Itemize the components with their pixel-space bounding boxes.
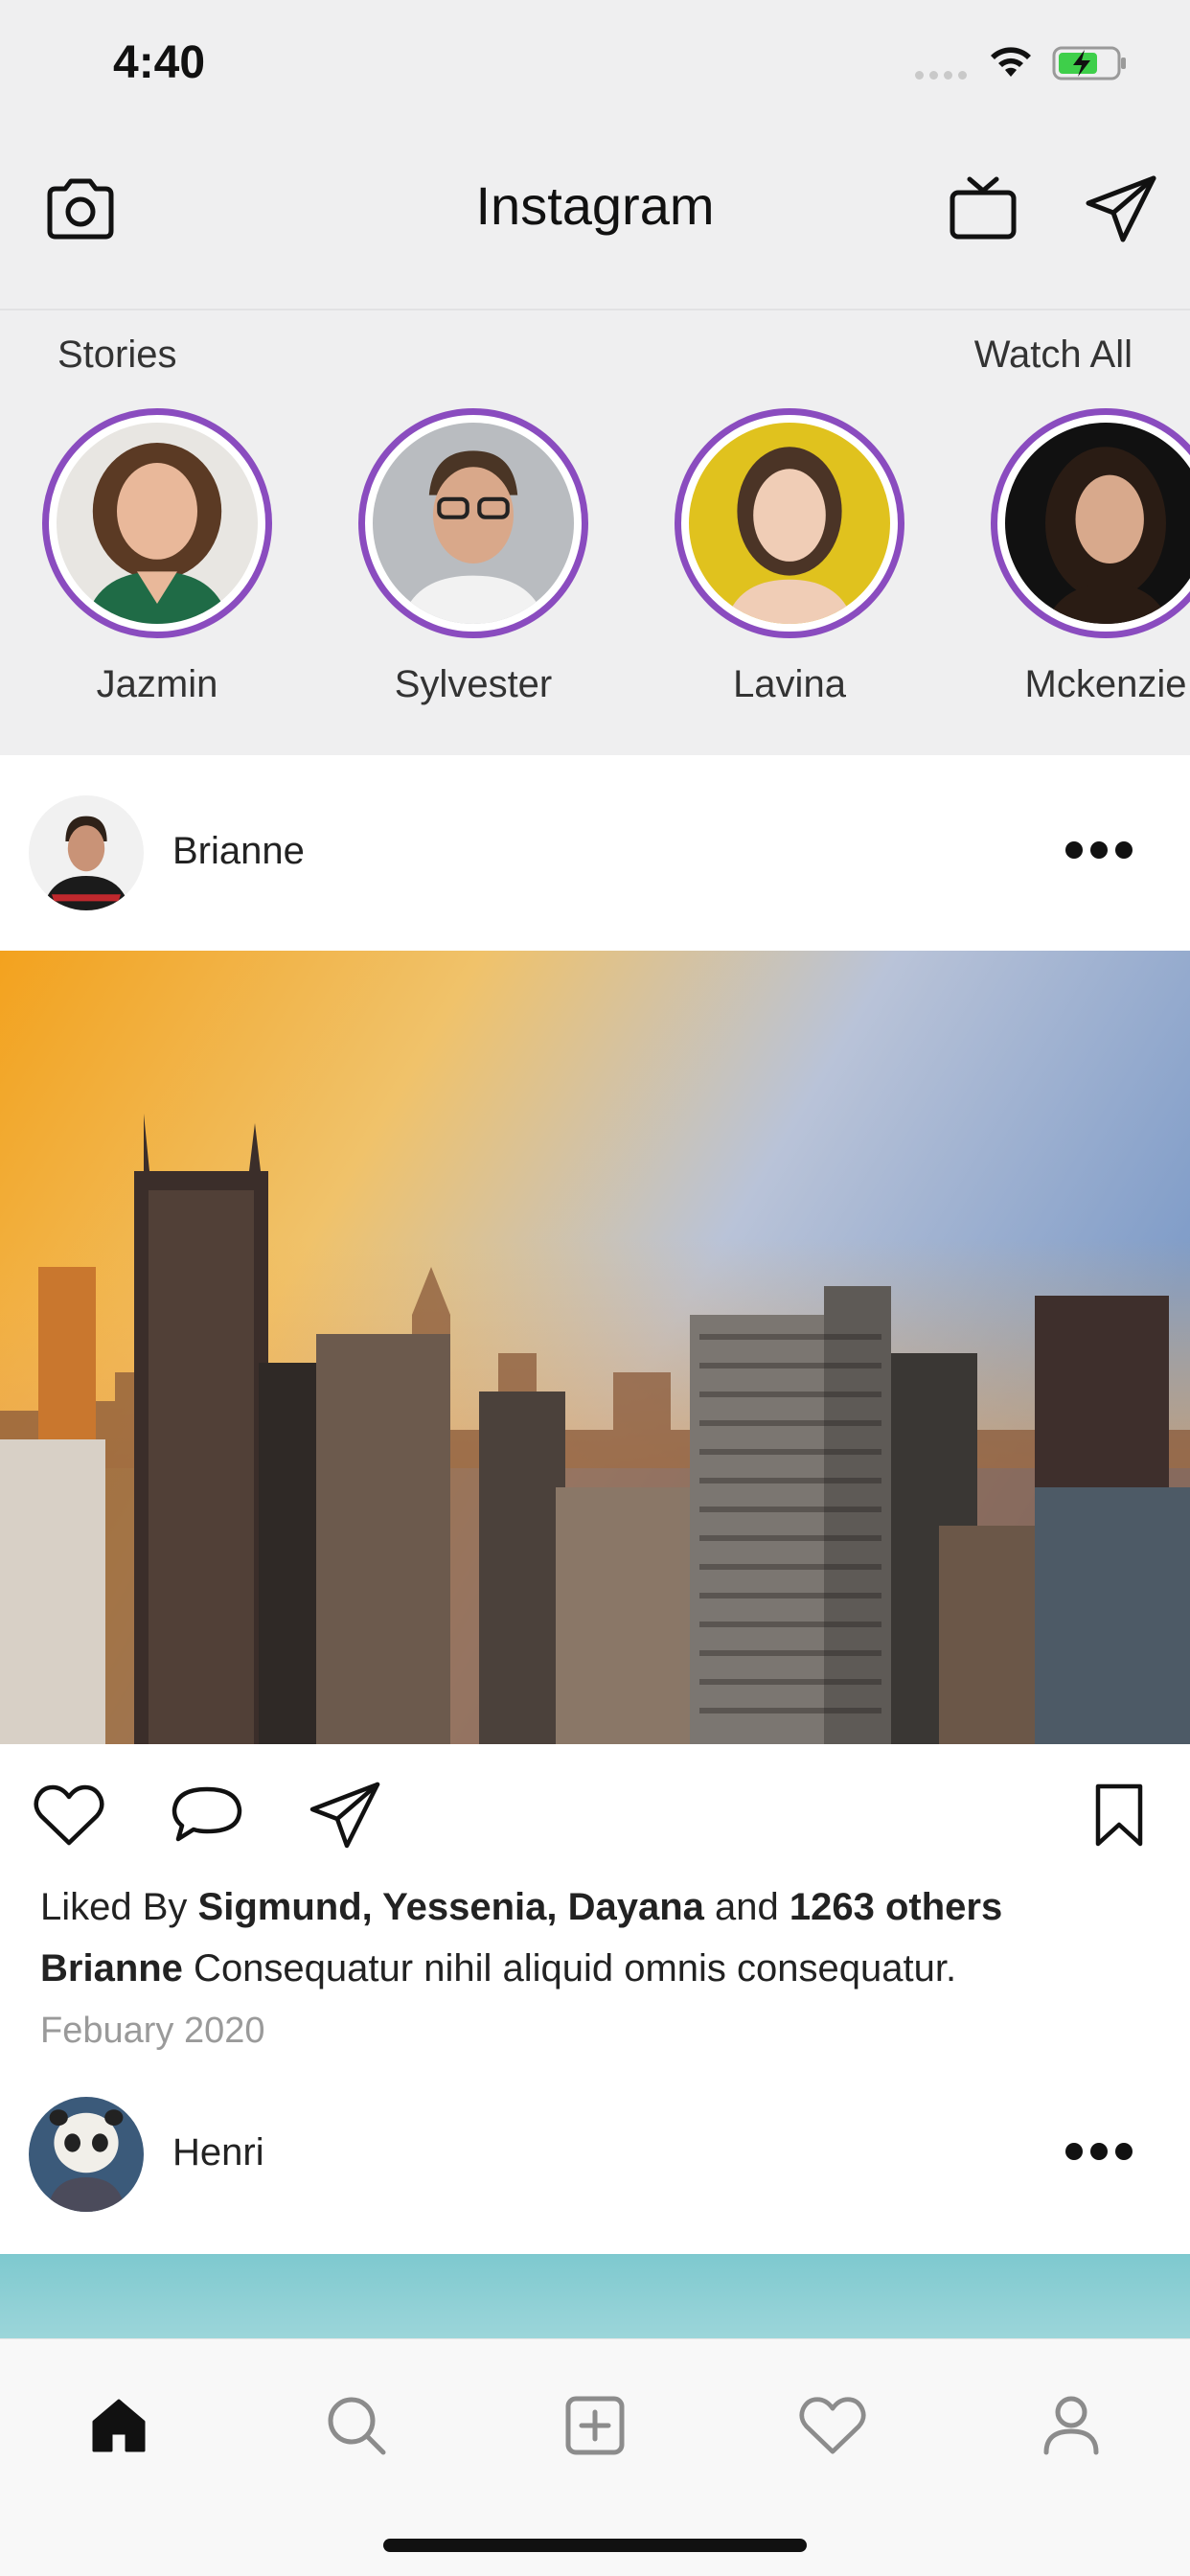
search-icon bbox=[328, 2397, 386, 2455]
caption-username[interactable]: Brianne bbox=[40, 1947, 183, 1990]
add-post-icon bbox=[565, 2396, 625, 2455]
avatar bbox=[57, 423, 258, 624]
story-name: Mckenzie bbox=[1024, 663, 1187, 705]
signal-icon bbox=[915, 71, 967, 80]
status-time: 4:40 bbox=[113, 37, 206, 88]
tab-home[interactable] bbox=[80, 2387, 157, 2464]
direct-message-button[interactable] bbox=[1083, 171, 1159, 247]
watch-all-link[interactable]: Watch All bbox=[974, 334, 1133, 377]
post-header: Henri bbox=[0, 2057, 1190, 2254]
avatar[interactable] bbox=[29, 2097, 144, 2212]
post-username[interactable]: Brianne bbox=[172, 830, 305, 873]
post-caption: Brianne Consequatur nihil aliquid omnis … bbox=[40, 1947, 956, 1990]
likes-text: Liked By Sigmund, Yessenia, Dayana and 1… bbox=[40, 1886, 1002, 1929]
profile-icon bbox=[1043, 2396, 1099, 2455]
post-image-partial[interactable] bbox=[0, 2254, 1190, 2342]
comment-button[interactable] bbox=[169, 1777, 245, 1853]
story-ring bbox=[675, 408, 904, 638]
more-options-button[interactable] bbox=[1065, 2133, 1133, 2170]
share-icon bbox=[309, 1782, 380, 1849]
post-image[interactable] bbox=[0, 951, 1190, 1744]
home-indicator[interactable] bbox=[383, 2539, 807, 2552]
share-button[interactable] bbox=[307, 1777, 383, 1853]
liked-names[interactable]: Sigmund, Yessenia, Dayana bbox=[198, 1886, 704, 1928]
like-button[interactable] bbox=[31, 1777, 107, 1853]
status-bar: 4:40 bbox=[0, 0, 1190, 134]
comment-icon bbox=[172, 1786, 242, 1842]
story-ring bbox=[991, 408, 1190, 638]
avatar bbox=[689, 423, 890, 624]
story-name: Jazmin bbox=[96, 663, 218, 705]
story-name: Sylvester bbox=[394, 663, 553, 705]
post-header: Brianne bbox=[0, 755, 1190, 947]
igtv-button[interactable] bbox=[945, 171, 1021, 247]
story-name: Lavina bbox=[733, 663, 846, 705]
tv-icon bbox=[950, 176, 1017, 240]
wifi-icon bbox=[991, 47, 1031, 77]
story-item[interactable]: Jazmin bbox=[42, 408, 272, 706]
liked-prefix: Liked By bbox=[40, 1886, 198, 1928]
battery-icon bbox=[1052, 46, 1126, 80]
tab-new-post[interactable] bbox=[557, 2387, 633, 2464]
activity-heart-icon bbox=[799, 2397, 866, 2454]
tab-search[interactable] bbox=[318, 2387, 395, 2464]
caption-text: Consequatur nihil aliquid omnis consequa… bbox=[182, 1947, 957, 1990]
story-ring bbox=[358, 408, 588, 638]
story-ring bbox=[42, 408, 272, 638]
stories-label: Stories bbox=[57, 334, 177, 376]
home-icon bbox=[92, 2399, 146, 2452]
post-username[interactable]: Henri bbox=[172, 2131, 264, 2174]
heart-icon bbox=[34, 1784, 104, 1846]
avatar bbox=[373, 423, 574, 624]
story-item[interactable]: Sylvester bbox=[358, 408, 588, 706]
bookmark-icon bbox=[1095, 1783, 1143, 1847]
post-actions bbox=[0, 1763, 1190, 1869]
instagram-screen: 4:40 Instagram Stories Watch All Jazmin … bbox=[0, 0, 1190, 2576]
tab-profile[interactable] bbox=[1033, 2387, 1110, 2464]
top-nav-bar: Instagram bbox=[0, 134, 1190, 310]
bookmark-button[interactable] bbox=[1081, 1777, 1157, 1853]
story-item[interactable]: Lavina bbox=[675, 408, 904, 706]
more-options-button[interactable] bbox=[1065, 832, 1133, 868]
liked-others[interactable]: 1263 others bbox=[790, 1886, 1002, 1928]
bottom-tab-bar bbox=[0, 2338, 1190, 2576]
send-icon bbox=[1086, 175, 1156, 242]
tab-activity[interactable] bbox=[794, 2387, 871, 2464]
post-date: Febuary 2020 bbox=[40, 2011, 265, 2051]
avatar[interactable] bbox=[29, 795, 144, 910]
story-item[interactable]: Mckenzie bbox=[991, 408, 1190, 706]
avatar bbox=[1005, 423, 1190, 624]
stories-section: Stories Watch All Jazmin Sylvester Lavin… bbox=[0, 310, 1190, 755]
liked-and: and bbox=[703, 1886, 790, 1928]
